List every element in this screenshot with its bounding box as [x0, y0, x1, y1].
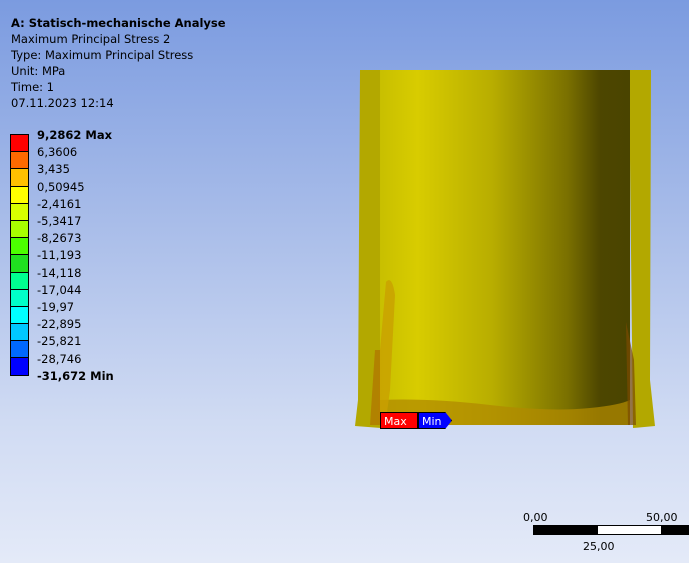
result-time: Time: 1: [11, 80, 54, 94]
max-marker[interactable]: Max: [380, 412, 418, 429]
legend-label: -28,746: [37, 351, 82, 366]
legend-color-band: [11, 324, 28, 342]
legend-color-band: [11, 358, 28, 375]
legend-color-band: [11, 135, 28, 153]
legend-label: -11,193: [37, 248, 82, 263]
result-name: Maximum Principal Stress 2: [11, 32, 171, 46]
result-unit: Unit: MPa: [11, 64, 66, 78]
scale-middle-label: 25,00: [583, 540, 615, 553]
legend-label: -22,895: [37, 317, 82, 332]
legend-color-band: [11, 152, 28, 170]
cylinder-body: [380, 70, 630, 425]
legend-label: -2,4161: [37, 196, 82, 211]
legend-label: 9,2862 Max: [37, 128, 113, 142]
legend-color-band: [11, 289, 28, 307]
legend-color-band: [11, 306, 28, 325]
legend-color-band: [11, 272, 28, 290]
legend-color-bar: [10, 134, 29, 376]
legend-color-band: [11, 341, 28, 359]
legend-color-band: [11, 255, 28, 273]
legend-label: -31,672 Min: [37, 368, 114, 383]
scale-bar-track: [533, 525, 689, 535]
result-type: Type: Maximum Principal Stress: [11, 48, 194, 62]
model-view[interactable]: [350, 60, 660, 440]
legend-label: -17,044: [37, 282, 82, 297]
legend-label: 6,3606: [37, 145, 78, 160]
legend-color-band: [11, 169, 28, 187]
legend-label: -19,97: [37, 300, 75, 314]
scale-bar: 0,00 50,00 25,00: [515, 505, 689, 560]
legend-color-band: [11, 220, 28, 239]
legend-label: -8,2673: [37, 231, 82, 246]
legend-label: -5,3417: [37, 214, 82, 228]
scale-left-label: 0,00: [523, 511, 548, 524]
legend-label: 0,50945: [37, 179, 85, 194]
legend-color-band: [11, 186, 28, 204]
analysis-title: A: Statisch-mechanische Analyse: [11, 16, 226, 30]
result-date: 07.11.2023 12:14: [11, 96, 114, 110]
legend-color-band: [11, 203, 28, 221]
legend-label: -25,821: [37, 334, 82, 349]
legend-label: 3,435: [37, 162, 70, 177]
result-header: A: Statisch-mechanische Analyse Maximum …: [11, 15, 226, 111]
legend-label: -14,118: [37, 265, 82, 280]
scale-right-label: 50,00: [646, 511, 678, 524]
min-marker[interactable]: Min: [418, 412, 452, 429]
legend-color-band: [11, 238, 28, 256]
